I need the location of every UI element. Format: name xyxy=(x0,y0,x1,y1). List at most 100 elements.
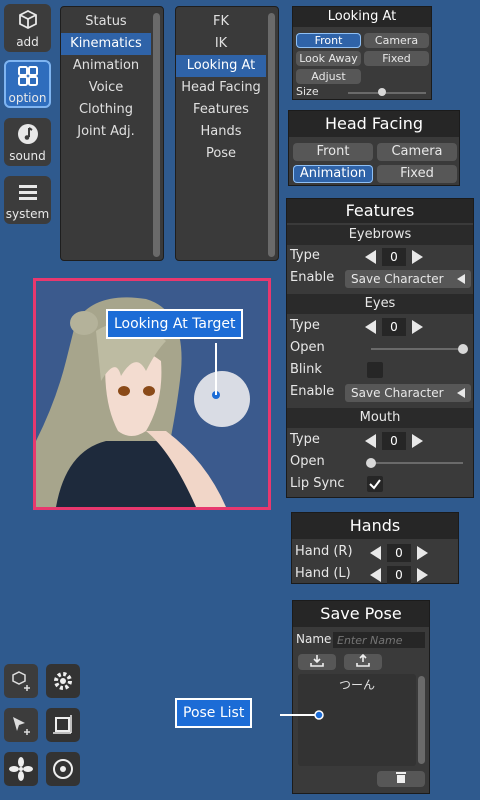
name-label: Name xyxy=(296,632,332,646)
gear-icon xyxy=(54,672,72,690)
looking-front-button[interactable]: Front xyxy=(296,33,361,48)
fan-icon xyxy=(9,757,33,781)
hand-left-value: 0 xyxy=(387,566,411,584)
increment-arrow-icon[interactable] xyxy=(417,546,428,560)
eyebrows-enable-dropdown[interactable]: Save Character xyxy=(345,270,471,288)
pose-list-callout: Pose List xyxy=(175,698,253,728)
category-scrollbar[interactable] xyxy=(153,13,160,257)
menu-item-clothing[interactable]: Clothing xyxy=(61,99,151,121)
decrement-arrow-icon[interactable] xyxy=(370,568,381,582)
mouth-open-slider-knob[interactable] xyxy=(366,458,376,468)
trash-icon xyxy=(396,772,406,783)
menu-item-joint-adj[interactable]: Joint Adj. xyxy=(61,121,151,143)
mouth-type-label: Type xyxy=(290,432,320,447)
frame-tool-button[interactable] xyxy=(46,708,80,742)
move-object-button[interactable] xyxy=(4,664,38,698)
eyebrows-enable-label: Enable xyxy=(290,270,335,285)
features-panel: Features Eyebrows Type 0 Enable Save Cha… xyxy=(286,198,474,498)
head-front-button[interactable]: Front xyxy=(293,143,373,161)
decrement-arrow-icon[interactable] xyxy=(365,320,376,334)
menu-item-pose[interactable]: Pose xyxy=(176,143,266,165)
blink-checkbox[interactable] xyxy=(367,362,383,378)
size-slider[interactable] xyxy=(348,92,426,94)
hand-left-label: Hand (L) xyxy=(295,566,351,581)
option-button[interactable]: option xyxy=(4,60,51,108)
delete-pose-button[interactable] xyxy=(377,771,425,787)
upload-icon xyxy=(356,653,370,667)
looking-at-title: Looking At xyxy=(293,7,431,27)
look-away-button[interactable]: Look Away xyxy=(296,51,361,66)
increment-arrow-icon[interactable] xyxy=(412,250,423,264)
pose-name-input[interactable] xyxy=(333,632,425,648)
lip-sync-label: Lip Sync xyxy=(290,476,345,491)
head-camera-button[interactable]: Camera xyxy=(377,143,457,161)
eyes-type-value: 0 xyxy=(382,318,406,336)
menu-item-features[interactable]: Features xyxy=(176,99,266,121)
eyes-open-slider-knob[interactable] xyxy=(458,344,468,354)
menu-item-animation[interactable]: Animation xyxy=(61,55,151,77)
size-slider-knob[interactable] xyxy=(378,88,387,96)
save-pose-panel: Save Pose Name つーん xyxy=(292,600,430,794)
decrement-arrow-icon[interactable] xyxy=(365,434,376,448)
increment-arrow-icon[interactable] xyxy=(412,434,423,448)
mouth-open-slider[interactable] xyxy=(371,462,463,464)
looking-fixed-button[interactable]: Fixed xyxy=(364,51,429,66)
sound-button[interactable]: sound xyxy=(4,118,51,166)
mouth-type-value: 0 xyxy=(382,432,406,450)
save-pose-button[interactable] xyxy=(298,654,336,670)
eyebrows-type-value: 0 xyxy=(382,248,406,266)
load-pose-button[interactable] xyxy=(344,653,382,670)
pan-tool-button[interactable] xyxy=(4,752,38,786)
cube-move-icon xyxy=(12,671,30,691)
menu-item-status[interactable]: Status xyxy=(61,11,151,33)
target-tool-button[interactable] xyxy=(46,752,80,786)
looking-adjust-button[interactable]: Adjust xyxy=(296,69,361,84)
add-label: add xyxy=(16,35,39,49)
mouth-heading: Mouth xyxy=(287,408,473,428)
menu-item-fk[interactable]: FK xyxy=(176,11,266,33)
head-animation-button[interactable]: Animation xyxy=(293,165,373,183)
grid-icon xyxy=(17,65,39,91)
mouth-type-stepper: 0 xyxy=(365,432,423,450)
size-label: Size xyxy=(296,85,319,98)
eyebrows-heading: Eyebrows xyxy=(287,225,473,245)
pose-list-scrollbar[interactable] xyxy=(418,676,425,764)
download-icon xyxy=(310,655,324,667)
direction-tool-button[interactable] xyxy=(4,708,38,742)
sound-label: sound xyxy=(9,149,46,163)
menu-item-voice[interactable]: Voice xyxy=(61,77,151,99)
blink-label: Blink xyxy=(290,362,322,377)
mouth-open-label: Open xyxy=(290,454,325,469)
hand-right-stepper: 0 xyxy=(370,544,428,562)
lip-sync-checkbox[interactable] xyxy=(367,476,383,492)
increment-arrow-icon[interactable] xyxy=(412,320,423,334)
menu-item-ik[interactable]: IK xyxy=(176,33,266,55)
head-fixed-button[interactable]: Fixed xyxy=(377,165,457,183)
menu-item-kinematics[interactable]: Kinematics xyxy=(61,33,151,55)
increment-arrow-icon[interactable] xyxy=(417,568,428,582)
hand-right-label: Hand (R) xyxy=(295,544,353,559)
menu-item-head-facing[interactable]: Head Facing xyxy=(176,77,266,99)
menu-item-hands[interactable]: Hands xyxy=(176,121,266,143)
system-button[interactable]: system xyxy=(4,176,51,224)
arrow-move-icon xyxy=(13,717,30,735)
eyes-open-label: Open xyxy=(290,340,325,355)
eyes-enable-dropdown[interactable]: Save Character xyxy=(345,384,471,402)
looking-camera-button[interactable]: Camera xyxy=(364,33,429,48)
settings-button[interactable] xyxy=(46,664,80,698)
eyes-enable-label: Enable xyxy=(290,384,335,399)
decrement-arrow-icon[interactable] xyxy=(370,546,381,560)
target-icon xyxy=(53,759,73,779)
checkmark-icon xyxy=(369,479,381,490)
kinematics-scrollbar[interactable] xyxy=(268,13,275,257)
decrement-arrow-icon[interactable] xyxy=(365,250,376,264)
menu-item-looking-at[interactable]: Looking At xyxy=(176,55,266,77)
add-button[interactable]: add xyxy=(4,4,51,52)
cube-icon xyxy=(17,9,39,35)
eyes-open-slider[interactable] xyxy=(371,348,463,350)
looking-target-callout: Looking At Target xyxy=(106,309,244,339)
hand-left-stepper: 0 xyxy=(370,566,428,584)
pose-list-item[interactable]: つーん xyxy=(298,674,416,696)
eyebrows-enable-value: Save Character xyxy=(351,272,444,286)
features-title: Features xyxy=(287,199,473,223)
